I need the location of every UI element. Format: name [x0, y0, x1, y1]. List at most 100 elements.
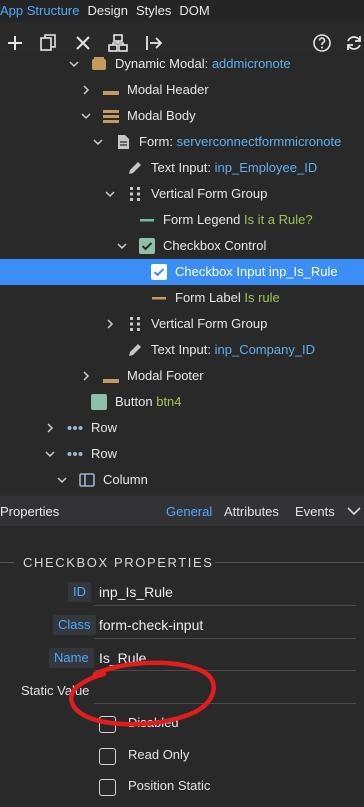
chevron-down-icon[interactable] [56, 474, 68, 486]
checkbox-label: Position Static [128, 778, 211, 793]
class-field-underline [94, 638, 356, 639]
tree-item-column[interactable]: Column [0, 467, 364, 492]
app-structure-tree: Dynamic Modal: addmicronote Modal Header… [0, 52, 364, 492]
tree-item-vertical-form-group[interactable]: Vertical Form Group [0, 181, 364, 207]
static-value-underline [94, 703, 356, 704]
refresh-icon[interactable] [343, 32, 364, 54]
tree-item-modal-footer[interactable]: Modal Footer [0, 363, 364, 389]
tree-item-dynamic-modal[interactable]: Dynamic Modal: addmicronote [0, 52, 364, 77]
chevron-right-icon[interactable] [80, 370, 92, 382]
static-value-label: Static Value [21, 683, 90, 698]
form-icon [115, 134, 131, 150]
legend-icon [139, 212, 155, 228]
row-icon [67, 420, 83, 436]
column-icon [79, 472, 95, 488]
properties-header: Properties General Attributes Events [0, 496, 364, 526]
tree-item-id: btn4 [156, 394, 182, 409]
tab-dom[interactable]: DOM [179, 0, 217, 22]
tree-item-modal-body[interactable]: Modal Body [0, 103, 364, 129]
tab-styles[interactable]: Styles [136, 0, 179, 22]
tree-item-form-legend[interactable]: Form Legend Is it a Rule? [0, 207, 364, 233]
id-field-underline [94, 605, 356, 606]
modal-icon [91, 56, 107, 72]
copy-icon[interactable] [37, 32, 59, 54]
name-field-underline [94, 670, 356, 671]
class-field[interactable]: form-check-input [99, 617, 203, 633]
chevron-down-icon[interactable] [92, 136, 104, 148]
checkbox-box[interactable] [99, 715, 116, 733]
class-label: Class [53, 615, 96, 635]
structure-icon[interactable] [107, 32, 129, 54]
tab-attributes[interactable]: Attributes [224, 504, 279, 519]
tab-general[interactable]: General [166, 504, 212, 519]
label-icon [151, 290, 167, 306]
chevron-down-icon[interactable] [104, 188, 116, 200]
tree-item-vertical-form-group[interactable]: Vertical Form Group [0, 311, 364, 337]
section-divider [215, 562, 364, 563]
chevron-down-icon[interactable] [68, 58, 80, 70]
chevron-down-icon[interactable] [116, 240, 128, 252]
tree-item-row[interactable]: Row [0, 441, 364, 467]
chevron-down-icon[interactable] [80, 110, 92, 122]
top-tab-bar: App Structure Design Styles DOM [0, 0, 364, 22]
row-icon [67, 446, 83, 462]
checkbox-box[interactable] [99, 778, 116, 796]
tree-item-label: Button [115, 394, 153, 409]
tree-item-id: serverconnectformmicronote [176, 134, 342, 149]
tab-design[interactable]: Design [88, 0, 136, 22]
tree-item-text-input-company[interactable]: Text Input: inp_Company_ID [0, 337, 364, 363]
tree-item-label: Modal Body [127, 108, 196, 123]
tree-item-label: Checkbox Input [175, 264, 266, 279]
tree-item-label: Modal Footer [127, 368, 204, 383]
checkbox-control-icon [139, 238, 155, 254]
tree-item-id: inp_Employee_ID [214, 160, 318, 175]
properties-title: Properties [0, 504, 60, 519]
button-icon [91, 394, 107, 410]
help-icon[interactable] [311, 32, 333, 54]
chevron-down-icon[interactable] [346, 505, 362, 517]
tree-item-label: Form: [139, 134, 173, 149]
position-static-checkbox[interactable]: Position Static [99, 777, 210, 797]
chevron-right-icon[interactable] [80, 84, 92, 96]
tree-item-label: Checkbox Control [163, 238, 267, 253]
form-group-icon [127, 316, 143, 332]
chevron-down-icon[interactable] [44, 448, 56, 460]
tree-item-form-label[interactable]: Form Label Is rule [0, 285, 364, 311]
tree-item-checkbox-control[interactable]: Checkbox Control [0, 233, 364, 259]
read-only-checkbox[interactable]: Read Only [99, 746, 189, 766]
tree-item-label: Form Label [175, 290, 241, 305]
tree-item-label: Modal Header [127, 82, 209, 97]
tree-item-id: Is rule [244, 290, 280, 305]
tree-item-row[interactable]: Row [0, 415, 364, 441]
checkbox-box[interactable] [99, 747, 116, 765]
section-title: CHECKBOX PROPERTIES [23, 555, 214, 570]
tree-item-form[interactable]: Form: serverconnectformmicronote [0, 129, 364, 155]
footer-icon [103, 368, 119, 384]
tree-item-label: Row [91, 420, 118, 435]
move-out-icon[interactable] [143, 32, 165, 54]
tree-item-label: Row [91, 446, 118, 461]
disabled-checkbox[interactable]: Disabled [99, 714, 179, 734]
tree-item-label: Dynamic Modal: [115, 56, 209, 71]
text-input-icon [127, 342, 143, 358]
tab-app-structure[interactable]: App Structure [0, 0, 88, 22]
tree-item-label: Text Input: [151, 342, 211, 357]
id-label: ID [68, 582, 91, 602]
tree-item-label: Vertical Form Group [151, 316, 268, 331]
tree-item-text-input-employee[interactable]: Text Input: inp_Employee_ID [0, 155, 364, 181]
tab-events[interactable]: Events [295, 504, 335, 519]
tree-item-label: Text Input: [151, 160, 211, 175]
tree-item-label: Vertical Form Group [151, 186, 268, 201]
add-icon[interactable] [4, 32, 26, 54]
name-field[interactable]: Is_Rule [99, 650, 146, 666]
chevron-right-icon[interactable] [104, 318, 116, 330]
tree-item-button[interactable]: Button btn4 [0, 389, 364, 415]
tree-item-id: inp_Company_ID [214, 342, 316, 357]
tree-item-modal-header[interactable]: Modal Header [0, 77, 364, 103]
delete-icon[interactable] [72, 32, 94, 54]
id-field[interactable]: inp_Is_Rule [99, 584, 173, 600]
checkbox-label: Read Only [128, 747, 190, 762]
tree-item-label: Form Legend [163, 212, 241, 227]
chevron-right-icon[interactable] [44, 422, 56, 434]
tree-item-checkbox-input[interactable]: Checkbox Input inp_Is_Rule [0, 259, 364, 285]
